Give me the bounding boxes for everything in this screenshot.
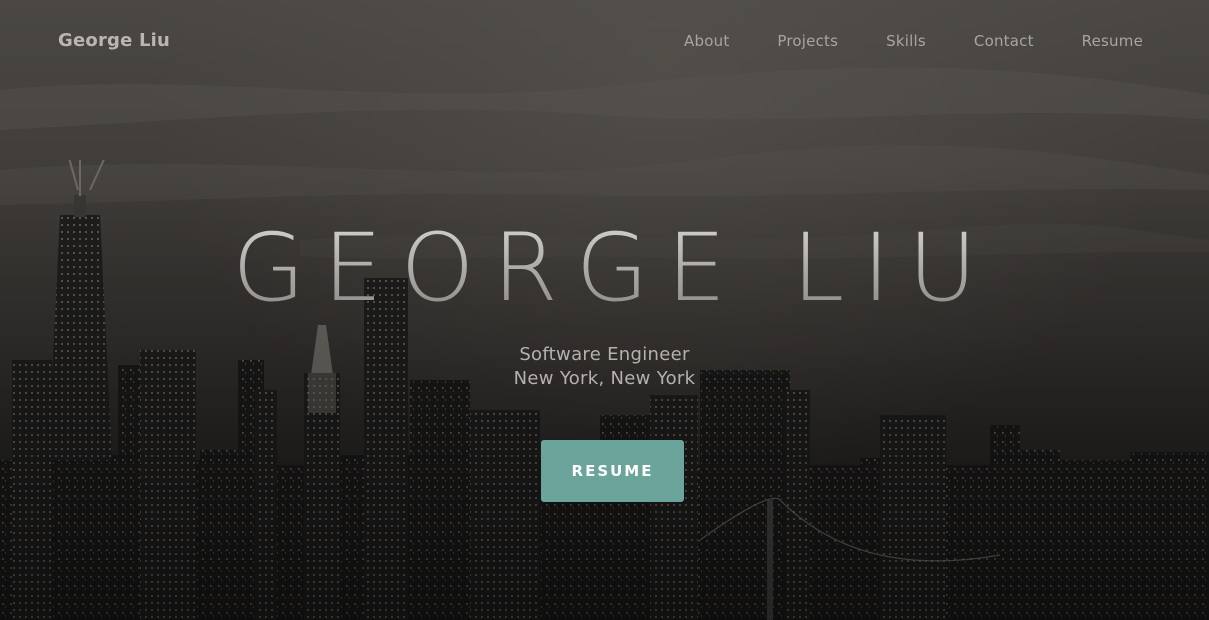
brand-link[interactable]: George Liu bbox=[58, 30, 170, 51]
nav-menu: About Projects Skills Contact Resume bbox=[636, 32, 1143, 50]
hero-title: GEORGE LIU bbox=[0, 222, 1209, 316]
hero-subtitle-location: New York, New York bbox=[513, 368, 696, 389]
nav-link-about[interactable]: About bbox=[684, 32, 729, 50]
nav-link-contact[interactable]: Contact bbox=[974, 32, 1034, 50]
nav-link-resume[interactable]: Resume bbox=[1082, 32, 1143, 50]
resume-button[interactable]: RESUME bbox=[541, 440, 684, 502]
hero-subtitle-role: Software Engineer bbox=[519, 344, 690, 365]
hero-section: George Liu About Projects Skills Contact… bbox=[0, 0, 1209, 620]
nav-link-projects[interactable]: Projects bbox=[777, 32, 838, 50]
nav-link-skills[interactable]: Skills bbox=[886, 32, 926, 50]
top-navbar: George Liu About Projects Skills Contact… bbox=[0, 0, 1209, 84]
